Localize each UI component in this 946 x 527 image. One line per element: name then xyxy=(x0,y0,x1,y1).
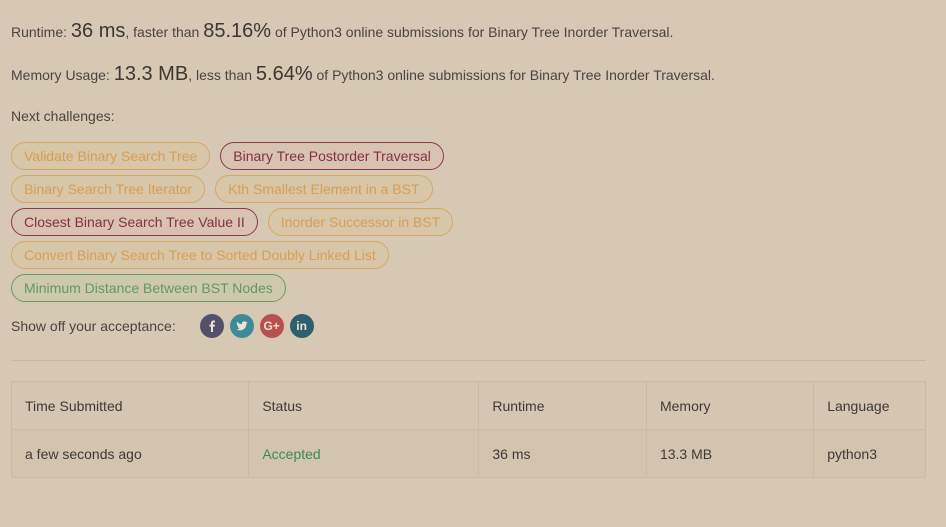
challenge-tag[interactable]: Convert Binary Search Tree to Sorted Dou… xyxy=(11,241,389,269)
table-cell: 13.3 MB xyxy=(645,429,815,478)
linkedin-icon[interactable]: in xyxy=(289,314,314,338)
runtime-value: 36 ms xyxy=(70,20,126,42)
memory-percentile: 5.64% xyxy=(255,63,313,85)
submissions-table: Time Submitted Status Runtime Memory Languag… xyxy=(10,381,926,478)
challenge-row: Minimum Distance Between BST Nodes xyxy=(11,274,926,302)
challenge-tag[interactable]: Kth Smallest Element in a BST xyxy=(215,175,433,203)
challenge-tag[interactable]: Inorder Successor in BST xyxy=(267,208,454,236)
challenge-row: Closest Binary Search Tree Value II Inord… xyxy=(11,208,926,236)
challenge-tag[interactable]: Binary Search Tree Iterator xyxy=(11,175,206,203)
challenge-row: Validate Binary Search Tree Binary Tree P… xyxy=(11,142,926,170)
runtime-mid-text: , faster than xyxy=(125,24,204,40)
divider xyxy=(11,360,926,361)
memory-mid-text: , less than xyxy=(188,67,256,83)
runtime-tail-text: of Python3 online submissions for Binary… xyxy=(271,24,674,40)
column-header: Time Submitted xyxy=(10,381,250,430)
share-icons: G+ in xyxy=(199,314,320,338)
challenge-row: Convert Binary Search Tree to Sorted Dou… xyxy=(11,241,926,269)
table-header-row: Time Submitted Status Runtime Memory Languag… xyxy=(10,381,926,430)
challenge-tag[interactable]: Validate Binary Search Tree xyxy=(11,142,211,170)
column-header: Memory xyxy=(645,381,815,430)
table-cell: a few seconds ago xyxy=(10,429,250,478)
runtime-summary: Runtime: 36 ms, faster than 85.16% of Py… xyxy=(11,21,673,41)
challenge-tag[interactable]: Minimum Distance Between BST Nodes xyxy=(11,274,286,302)
column-header: Runtime xyxy=(478,381,647,430)
memory-label: Memory Usage: xyxy=(11,67,114,83)
table-cell: 36 ms xyxy=(478,429,647,478)
next-challenges-list: Validate Binary Search Tree Binary Tree P… xyxy=(11,142,926,307)
memory-summary: Memory Usage: 13.3 MB, less than 5.64% o… xyxy=(11,64,715,84)
table-cell: python3 xyxy=(813,429,926,478)
challenge-tag[interactable]: Closest Binary Search Tree Value II xyxy=(11,208,258,236)
table-row: a few seconds ago Accepted 36 ms 13.3 MB pyt… xyxy=(10,429,926,478)
table-body: a few seconds ago Accepted 36 ms 13.3 MB pyt… xyxy=(10,429,926,478)
challenge-row: Binary Search Tree Iterator Kth Smallest … xyxy=(11,175,926,203)
memory-value: 13.3 MB xyxy=(113,63,189,85)
share-row: Show off your acceptance: G+ in xyxy=(11,314,320,338)
next-challenges-label: Next challenges: xyxy=(11,108,115,124)
google-plus-icon[interactable]: G+ xyxy=(259,314,284,338)
runtime-percentile: 85.16% xyxy=(203,20,272,42)
runtime-label: Runtime: xyxy=(11,24,71,40)
status-accepted-link[interactable]: Accepted xyxy=(248,429,480,478)
share-label: Show off your acceptance: xyxy=(11,318,176,334)
column-header: Language xyxy=(813,381,926,430)
twitter-icon[interactable] xyxy=(229,314,254,338)
column-header: Status xyxy=(248,381,480,430)
memory-tail-text: of Python3 online submissions for Binary… xyxy=(312,67,715,83)
facebook-icon[interactable] xyxy=(199,314,224,338)
challenge-tag[interactable]: Binary Tree Postorder Traversal xyxy=(220,142,444,170)
